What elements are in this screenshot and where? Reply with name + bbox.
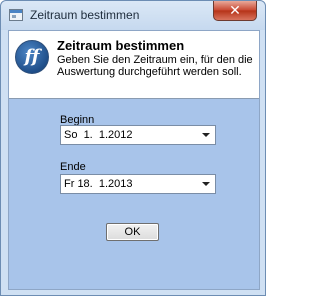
chevron-down-icon[interactable] (198, 175, 215, 193)
window-title: Zeitraum bestimmen (30, 8, 140, 22)
end-date-value: Fr 18. 1.2013 (64, 178, 133, 190)
header-title: Zeitraum bestimmen (57, 38, 185, 53)
title-bar[interactable]: Zeitraum bestimmen ✕ (1, 1, 265, 30)
ff-logo-icon: ff (15, 40, 49, 74)
begin-date-value: So 1. 1.2012 (64, 129, 133, 141)
ok-button[interactable]: OK (106, 223, 159, 241)
end-date-combobox[interactable]: Fr 18. 1.2013 (60, 174, 216, 194)
dialog-client-area: ff Zeitraum bestimmen Geben Sie den Zeit… (8, 30, 260, 290)
end-label: Ende (60, 161, 86, 173)
begin-date-combobox[interactable]: So 1. 1.2012 (60, 125, 216, 145)
dialog-header: ff Zeitraum bestimmen Geben Sie den Zeit… (9, 31, 259, 99)
dialog-window: Zeitraum bestimmen ✕ ff Zeitraum bestimm… (0, 0, 266, 296)
window-app-icon (9, 9, 23, 21)
close-button[interactable]: ✕ (213, 1, 257, 21)
chevron-down-icon[interactable] (198, 126, 215, 144)
header-description: Geben Sie den Zeitraum ein, für den die … (57, 54, 253, 78)
